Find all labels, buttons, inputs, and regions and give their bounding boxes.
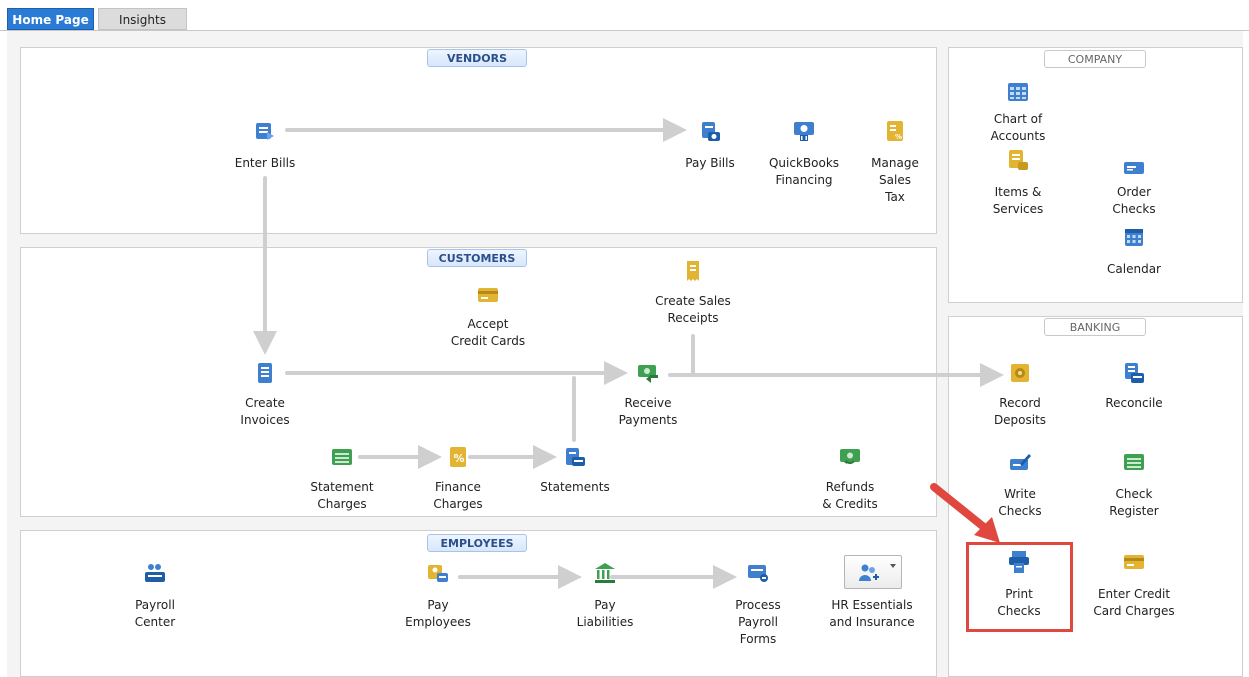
payroll-center-button[interactable]: Payroll Center: [115, 561, 195, 631]
statement-charges-icon: [332, 449, 352, 465]
reconcile-icon: [1125, 363, 1144, 383]
calendar-button[interactable]: Calendar: [1094, 225, 1174, 285]
vendors-header: VENDORS: [427, 49, 527, 67]
people-icon: [859, 564, 879, 581]
customers-header: CUSTOMERS: [427, 249, 527, 267]
refunds-credits-button[interactable]: Refunds & Credits: [805, 445, 895, 515]
svg-text:%: %: [895, 133, 902, 141]
safe-icon: [1011, 364, 1029, 382]
write-checks-button[interactable]: Write Checks: [980, 450, 1060, 520]
pay-liabilities-button[interactable]: Pay Liabilities: [565, 561, 645, 631]
tab-bar: Home Page Insights: [0, 0, 1249, 31]
finance-charges-button[interactable]: % Finance Charges: [418, 445, 498, 515]
pay-employees-icon: [428, 565, 448, 582]
pay-bills-button[interactable]: Pay Bills: [670, 119, 750, 179]
quickbooks-financing-icon: [794, 122, 814, 141]
manage-sales-tax-icon: %: [887, 121, 903, 141]
order-checks-button[interactable]: Order Checks: [1094, 156, 1174, 221]
finance-charges-icon: %: [450, 447, 466, 467]
credit-card-charges-icon: [1124, 555, 1144, 569]
statement-charges-button[interactable]: Statement Charges: [300, 445, 384, 515]
print-checks-highlight: [966, 542, 1073, 632]
enter-credit-card-charges-button[interactable]: Enter Credit Card Charges: [1082, 550, 1186, 620]
refunds-credits-icon: [840, 449, 860, 464]
employees-header: EMPLOYEES: [427, 534, 527, 552]
banking-header: BANKING: [1044, 318, 1146, 336]
invoice-icon: [258, 363, 272, 383]
sales-receipt-icon: [687, 261, 699, 281]
quickbooks-financing-button[interactable]: QuickBooks Financing: [759, 119, 849, 189]
statements-button[interactable]: Statements: [530, 445, 620, 505]
process-payroll-forms-button[interactable]: Process Payroll Forms: [718, 561, 798, 651]
enter-bills-icon: [256, 123, 274, 140]
pay-employees-button[interactable]: Pay Employees: [398, 561, 478, 631]
svg-text:%: %: [454, 452, 465, 465]
calendar-icon: [1125, 229, 1143, 246]
items-services-icon: [1009, 150, 1028, 170]
enter-bills-button[interactable]: Enter Bills: [215, 119, 315, 179]
manage-sales-tax-button[interactable]: % Manage Sales Tax: [860, 119, 930, 209]
statements-icon: [566, 448, 585, 466]
create-invoices-button[interactable]: Create Invoices: [225, 361, 305, 431]
tab-insights[interactable]: Insights: [98, 8, 187, 30]
payroll-center-icon: [145, 564, 165, 582]
chevron-down-icon: [890, 564, 896, 568]
receive-payments-button[interactable]: Receive Payments: [603, 361, 693, 431]
payroll-forms-icon: [748, 565, 768, 582]
bank-icon: [595, 563, 615, 583]
write-checks-icon: [1010, 454, 1031, 470]
check-register-icon: [1124, 454, 1144, 470]
accept-credit-cards-button[interactable]: Accept Credit Cards: [440, 283, 536, 353]
chart-of-accounts-button[interactable]: Chart of Accounts: [978, 80, 1058, 145]
order-checks-icon: [1124, 162, 1144, 174]
check-register-button[interactable]: Check Register: [1094, 450, 1174, 520]
chart-of-accounts-icon: [1008, 83, 1028, 101]
credit-card-icon: [478, 288, 498, 302]
items-services-button[interactable]: Items & Services: [978, 148, 1058, 218]
tab-home-page[interactable]: Home Page: [7, 8, 94, 30]
record-deposits-button[interactable]: Record Deposits: [980, 361, 1060, 431]
hr-essentials-dropdown[interactable]: [844, 555, 902, 589]
create-sales-receipts-button[interactable]: Create Sales Receipts: [643, 259, 743, 334]
company-header: COMPANY: [1044, 50, 1146, 68]
receive-payments-icon: [638, 365, 658, 383]
pay-bills-icon: [702, 122, 720, 141]
reconcile-button[interactable]: Reconcile: [1094, 361, 1174, 421]
hr-essentials-button[interactable]: HR Essentials and Insurance: [822, 555, 922, 635]
